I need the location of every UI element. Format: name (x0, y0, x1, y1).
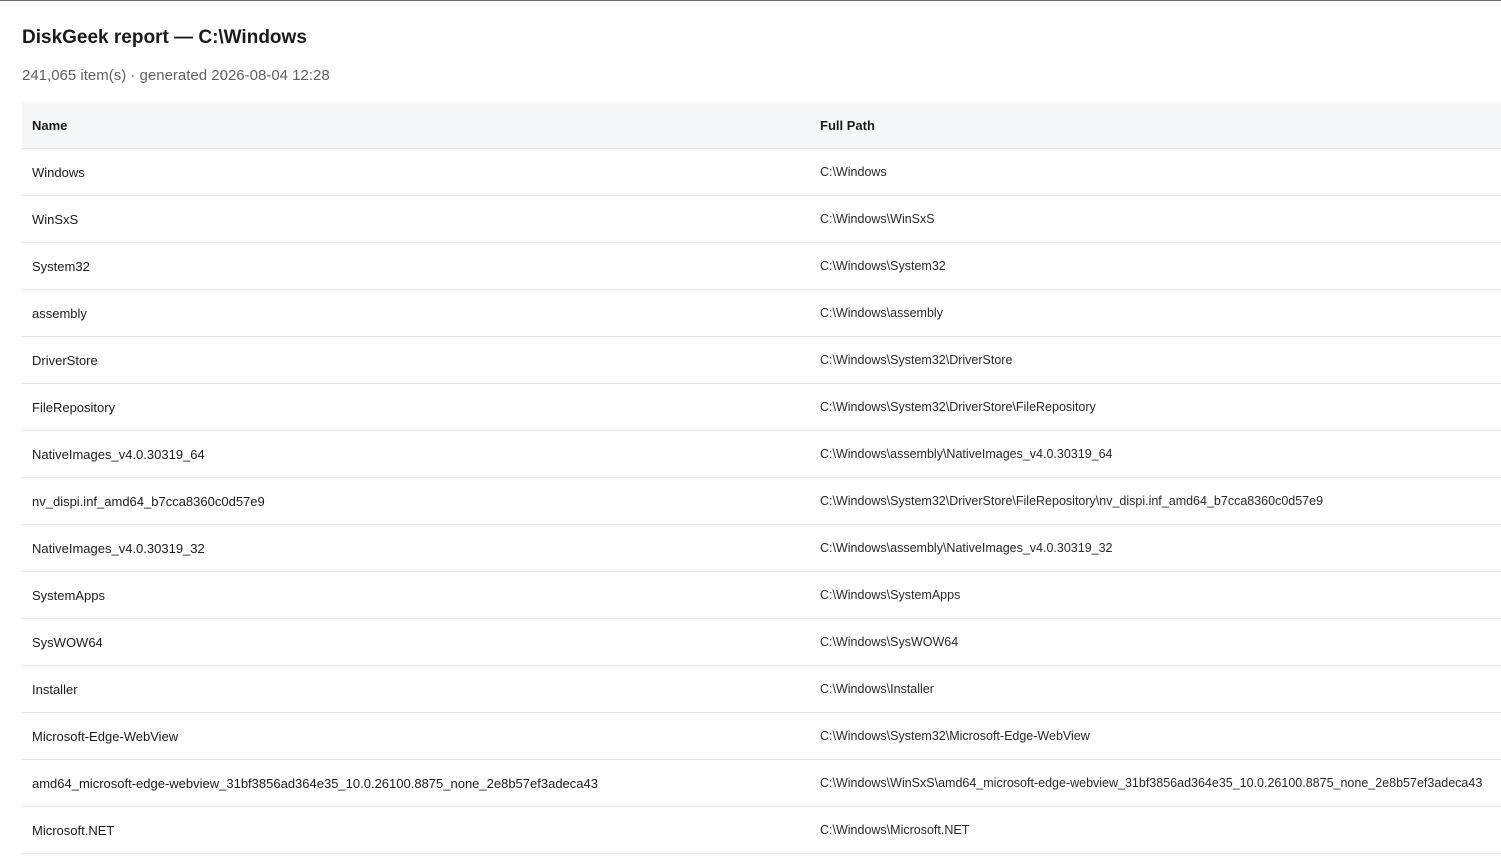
cell-full-path: C:\Windows\SysWOW64 (810, 618, 1501, 666)
cell-full-path: C:\Windows\System32\DriverStore\FileRepo… (810, 477, 1501, 525)
results-table-container: Name Full Path Windows C:\Windows WinSxS C:… (22, 102, 1501, 854)
cell-name: WinSxS (22, 195, 810, 243)
cell-name: System32 (22, 242, 810, 290)
cell-full-path: C:\Windows\assembly\NativeImages_v4.0.30… (810, 524, 1501, 572)
cell-full-path: C:\Windows (810, 148, 1501, 196)
cell-name: Installer (22, 665, 810, 713)
table-header-row: Name Full Path (22, 102, 1501, 149)
cell-full-path: C:\Windows\Installer (810, 665, 1501, 713)
cell-name: SysWOW64 (22, 618, 810, 666)
table-row[interactable]: WinSxS C:\Windows\WinSxS (22, 195, 1501, 243)
cell-full-path: C:\Windows\System32\DriverStore (810, 336, 1501, 384)
cell-name: FileRepository (22, 383, 810, 431)
window-top-border (0, 0, 1501, 1)
cell-name: Windows (22, 148, 810, 196)
table-row[interactable]: Windows C:\Windows (22, 148, 1501, 196)
cell-name: SystemApps (22, 571, 810, 619)
cell-name: amd64_microsoft-edge-webview_31bf3856ad3… (22, 759, 810, 807)
table-row[interactable]: System32 C:\Windows\System32 (22, 242, 1501, 290)
table-row[interactable]: Microsoft.NET C:\Windows\Microsoft.NET (22, 806, 1501, 854)
cell-name: NativeImages_v4.0.30319_64 (22, 430, 810, 478)
cell-full-path: C:\Windows\SystemApps (810, 571, 1501, 619)
column-header-full-path[interactable]: Full Path (810, 102, 1501, 149)
cell-full-path: C:\Windows\Microsoft.NET (810, 806, 1501, 854)
cell-name: Microsoft-Edge-WebView (22, 712, 810, 760)
table-row[interactable]: assembly C:\Windows\assembly (22, 289, 1501, 337)
cell-name: assembly (22, 289, 810, 337)
table-row[interactable]: Microsoft-Edge-WebView C:\Windows\System3… (22, 712, 1501, 760)
table-row[interactable]: NativeImages_v4.0.30319_64 C:\Windows\ass… (22, 430, 1501, 478)
cell-full-path: C:\Windows\WinSxS\amd64_microsoft-edge-w… (810, 759, 1501, 807)
report-subtitle: 241,065 item(s) · generated 2026-08-04 1… (22, 67, 330, 84)
table-row[interactable]: nv_dispi.inf_amd64_b7cca8360c0d57e9 C:\Wi… (22, 477, 1501, 525)
cell-full-path: C:\Windows\assembly\NativeImages_v4.0.30… (810, 430, 1501, 478)
column-header-name[interactable]: Name (22, 102, 810, 149)
table-row[interactable]: amd64_microsoft-edge-webview_31bf3856ad3… (22, 759, 1501, 807)
table-body: Windows C:\Windows WinSxS C:\Windows\WinSxS… (22, 148, 1501, 854)
table-row[interactable]: SysWOW64 C:\Windows\SysWOW64 (22, 618, 1501, 666)
table-header: Name Full Path (22, 102, 1501, 149)
cell-name: DriverStore (22, 336, 810, 384)
cell-full-path: C:\Windows\WinSxS (810, 195, 1501, 243)
table-row[interactable]: FileRepository C:\Windows\System32\Driver… (22, 383, 1501, 431)
results-table: Name Full Path Windows C:\Windows WinSxS C:… (22, 102, 1501, 854)
cell-full-path: C:\Windows\System32\DriverStore\FileRepo… (810, 383, 1501, 431)
cell-full-path: C:\Windows\System32 (810, 242, 1501, 290)
table-row[interactable]: Installer C:\Windows\Installer (22, 665, 1501, 713)
cell-name: Microsoft.NET (22, 806, 810, 854)
report-title: DiskGeek report — C:\Windows (22, 27, 307, 48)
table-row[interactable]: DriverStore C:\Windows\System32\DriverSto… (22, 336, 1501, 384)
table-row[interactable]: SystemApps C:\Windows\SystemApps (22, 571, 1501, 619)
table-row[interactable]: NativeImages_v4.0.30319_32 C:\Windows\ass… (22, 524, 1501, 572)
cell-name: nv_dispi.inf_amd64_b7cca8360c0d57e9 (22, 477, 810, 525)
cell-name: NativeImages_v4.0.30319_32 (22, 524, 810, 572)
cell-full-path: C:\Windows\assembly (810, 289, 1501, 337)
cell-full-path: C:\Windows\System32\Microsoft-Edge-WebVi… (810, 712, 1501, 760)
